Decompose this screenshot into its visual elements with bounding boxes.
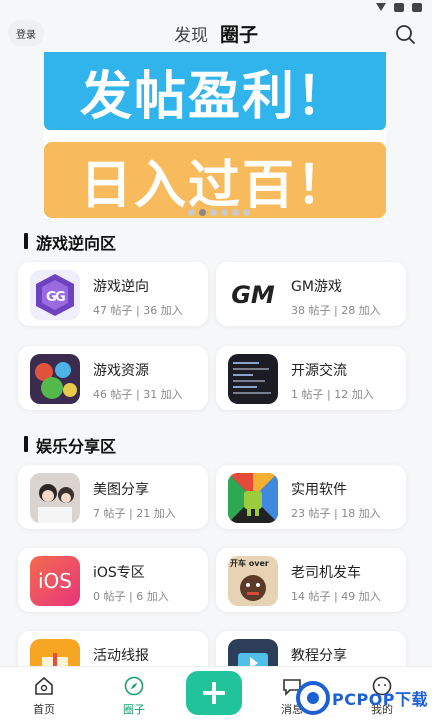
- circle-card-gm-games[interactable]: GM GM游戏 38 帖子 | 28 加入: [216, 262, 406, 326]
- card-name: 老司机发车: [291, 565, 361, 581]
- card-meta: 1 帖子 | 12 加入: [291, 388, 374, 401]
- game-art-icon: [30, 354, 80, 404]
- plus-icon: [203, 682, 225, 704]
- card-meta: 38 帖子 | 28 加入: [291, 304, 381, 317]
- card-name: 实用软件: [291, 482, 347, 498]
- tabbar-label: 首页: [33, 703, 55, 716]
- banner-bottom-panel: 日入过百！: [44, 142, 386, 218]
- pagination-dot[interactable]: [199, 209, 206, 216]
- compass-icon: [124, 676, 144, 696]
- search-icon[interactable]: [394, 23, 416, 45]
- card-name: GM游戏: [291, 279, 342, 295]
- section-title-entertainment: 娱乐分享区: [24, 433, 116, 457]
- svg-text:G: G: [55, 290, 66, 305]
- wifi-icon: [376, 3, 386, 11]
- card-meta: 7 帖子 | 21 加入: [93, 507, 176, 520]
- banner-line2: 日入过百！: [79, 155, 350, 216]
- banner-line1: 发帖盈利！: [79, 66, 350, 127]
- circle-card-open-source[interactable]: 开源交流 1 帖子 | 12 加入: [216, 346, 406, 410]
- gm-logo-icon: GM: [228, 270, 278, 320]
- card-name: 教程分享: [291, 648, 347, 664]
- home-icon: [35, 676, 53, 695]
- card-name: 美图分享: [93, 482, 149, 498]
- card-meta: 47 帖子 | 36 加入: [93, 304, 183, 317]
- banner-pagination: [188, 209, 250, 216]
- photo-icon: [30, 473, 80, 523]
- card-meta: 14 帖子 | 49 加入: [291, 590, 381, 603]
- section-title-game-reverse: 游戏逆向区: [24, 230, 116, 254]
- tabbar-circle[interactable]: 圈子: [104, 675, 164, 717]
- ios-icon: iOS: [30, 556, 80, 606]
- top-bar: 登录 发现 圈子: [0, 14, 432, 52]
- promo-banner[interactable]: 发帖盈利！ 日入过百！: [44, 52, 386, 218]
- battery-icon: [412, 2, 422, 12]
- circle-card-ios[interactable]: iOS iOS专区 0 帖子 | 6 加入: [18, 548, 208, 612]
- tabbar-label: 圈子: [123, 703, 145, 716]
- tabbar-home[interactable]: 首页: [14, 675, 74, 717]
- pagination-dot[interactable]: [243, 209, 250, 216]
- login-button[interactable]: 登录: [8, 20, 44, 46]
- circle-card-photo-share[interactable]: 美图分享 7 帖子 | 21 加入: [18, 465, 208, 529]
- card-name: 游戏逆向: [93, 279, 149, 295]
- watermark-text: PCPOP下载: [332, 690, 429, 709]
- gm-logo-text: GM: [231, 281, 275, 309]
- tab-circle[interactable]: 圈子: [220, 20, 258, 47]
- card-name: 游戏资源: [93, 363, 149, 379]
- circle-card-useful-apps[interactable]: 实用软件 23 帖子 | 18 加入: [216, 465, 406, 529]
- banner-top-panel: 发帖盈利！: [44, 52, 386, 130]
- card-meta: 46 帖子 | 31 加入: [93, 388, 183, 401]
- signal-icon: [394, 2, 404, 12]
- card-meta: 0 帖子 | 6 加入: [93, 590, 169, 603]
- ios-logo-text: iOS: [38, 569, 72, 593]
- pagination-dot[interactable]: [210, 209, 217, 216]
- android-icon: [228, 473, 278, 523]
- new-post-button[interactable]: [186, 671, 242, 715]
- pcpop-watermark: PCPOP下载: [296, 678, 430, 718]
- pcpop-logo-icon: [296, 681, 330, 715]
- pagination-dot[interactable]: [221, 209, 228, 216]
- code-screen-icon: [228, 354, 278, 404]
- pagination-dot[interactable]: [188, 209, 195, 216]
- status-bar: [0, 0, 432, 14]
- circle-card-game-reverse[interactable]: G G 游戏逆向 47 帖子 | 36 加入: [18, 262, 208, 326]
- card-meta: 23 帖子 | 18 加入: [291, 507, 381, 520]
- circle-card-driver[interactable]: 开车 over 老司机发车 14 帖子 | 49 加入: [216, 548, 406, 612]
- meme-icon: 开车 over: [228, 556, 278, 606]
- card-name: 开源交流: [291, 363, 347, 379]
- card-name: 活动线报: [93, 648, 149, 664]
- pagination-dot[interactable]: [232, 209, 239, 216]
- circle-card-game-resources[interactable]: 游戏资源 46 帖子 | 31 加入: [18, 346, 208, 410]
- card-name: iOS专区: [93, 565, 145, 581]
- meme-text: 开车 over: [230, 559, 269, 568]
- tab-discover[interactable]: 发现: [174, 21, 208, 46]
- gameguardian-icon: G G: [30, 270, 80, 320]
